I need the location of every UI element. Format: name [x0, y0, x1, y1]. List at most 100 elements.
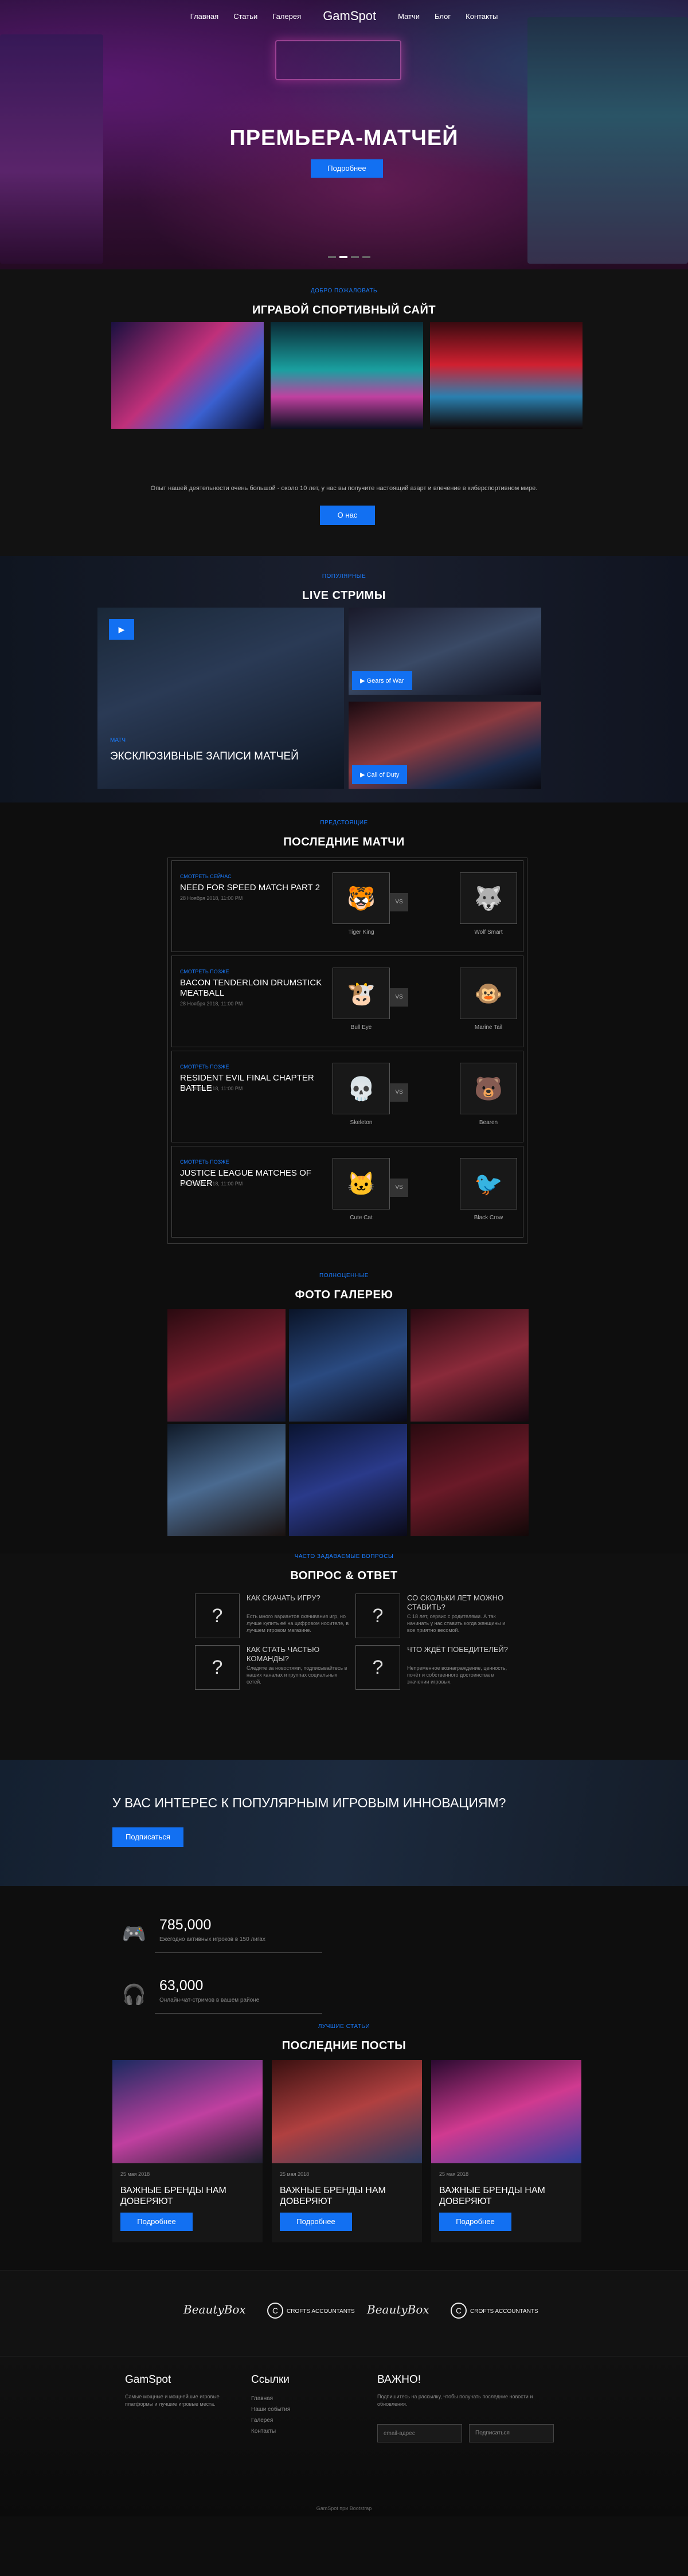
team-name: Marine Tail — [474, 1024, 503, 1031]
match-row[interactable]: СМОТРЕТЬ СЕЙЧАС NEED FOR SPEED MATCH PAR… — [171, 860, 523, 952]
team-name: Bull Eye — [350, 1024, 372, 1031]
site-logo[interactable]: GamSpot — [323, 9, 376, 24]
nav-gallery[interactable]: Галерея — [272, 12, 301, 21]
gallery-image-4[interactable] — [167, 1424, 286, 1536]
faq-item[interactable]: ? КАК СКАЧАТЬ ИГРУ? Есть много вариантов… — [195, 1594, 355, 1639]
partner-logo-crofts[interactable]: C CROFTS ACCOUNTANTS — [451, 2303, 538, 2319]
slider-dots — [328, 256, 370, 258]
post-date: 25 мая 2018 — [439, 2171, 469, 2177]
gallery-image-5[interactable] — [289, 1424, 407, 1536]
footer-subscribe-button[interactable]: Подписаться — [469, 2424, 554, 2442]
match-title: NEED FOR SPEED MATCH PART 2 — [180, 883, 320, 892]
post-image[interactable] — [431, 2060, 581, 2163]
live-video-1[interactable]: ▶ Gears of War — [349, 608, 541, 695]
footer-newsletter-title: ВАЖНО! — [377, 2374, 421, 2386]
match-row[interactable]: СМОТРЕТЬ ПОЗЖЕ BACON TENDERLOIN DRUMSTIC… — [171, 956, 523, 1047]
team-name: Tiger King — [348, 929, 374, 935]
team-cute-cat: 🐱 Cute Cat — [333, 1158, 390, 1221]
partner-logo-crofts[interactable]: C CROFTS ACCOUNTANTS — [267, 2303, 355, 2319]
nav-blog[interactable]: Блог — [435, 12, 451, 21]
match-status[interactable]: СМОТРЕТЬ ПОЗЖЕ — [180, 1064, 229, 1070]
question-icon: ? — [195, 1594, 240, 1638]
posts-title: ПОСЛЕДНИЕ ПОСТЫ — [282, 2039, 406, 2052]
team-name: Skeleton — [350, 1119, 373, 1126]
faq-question: КАК СКАЧАТЬ ИГРУ? — [247, 1594, 320, 1602]
matches-list: СМОТРЕТЬ СЕЙЧАС NEED FOR SPEED MATCH PAR… — [167, 858, 527, 1244]
match-date: 28 Ноября 2018, 11:00 PM — [180, 1086, 243, 1091]
gallery-image-1[interactable] — [167, 1309, 286, 1422]
partner-name: CROFTS ACCOUNTANTS — [287, 2308, 355, 2315]
slider-dot[interactable] — [328, 256, 336, 258]
gallery-title: ФОТО ГАЛЕРЕЮ — [295, 1289, 393, 1301]
faq-question: КАК СТАТЬ ЧАСТЬЮ КОМАНДЫ? — [247, 1645, 320, 1663]
footer-link[interactable]: Главная — [251, 2393, 290, 2404]
faq-title: ВОПРОС & ОТВЕТ — [290, 1569, 398, 1582]
match-date: 28 Ноября 2018, 11:00 PM — [180, 895, 243, 901]
team-skeleton: 💀 Skeleton — [333, 1063, 390, 1126]
tiger-icon: 🐯 — [347, 886, 376, 911]
faq-item[interactable]: ? КАК СТАТЬ ЧАСТЬЮ КОМАНДЫ? Следите за н… — [195, 1645, 355, 1691]
live-section: ПОПУЛЯРНЫЕ LIVE СТРИМЫ ▶ МАТЧ ЭКСКЛЮЗИВН… — [0, 556, 688, 802]
hero-more-button[interactable]: Подробнее — [311, 159, 383, 178]
vs-badge: VS — [390, 988, 408, 1007]
about-button[interactable]: О нас — [320, 506, 375, 525]
crow-icon: 🐦 — [474, 1171, 503, 1197]
post-more-button[interactable]: Подробнее — [120, 2213, 193, 2231]
question-icon: ? — [355, 1594, 400, 1638]
slider-dot-active[interactable] — [339, 256, 347, 258]
partner-logo-beautybox[interactable]: BeautyBox — [183, 2303, 246, 2316]
subscribe-banner: У ВАС ИНТЕРЕС К ПОПУЛЯРНЫМ ИГРОВЫМ ИННОВ… — [0, 1760, 688, 1886]
faq-item[interactable]: ? ЧТО ЖДЁТ ПОБЕДИТЕЛЕЙ? Непременное возн… — [355, 1645, 516, 1691]
footer-about-text: Самые мощные и мощнейшие игровые платфор… — [125, 2394, 220, 2407]
live-video-2[interactable]: ▶ Call of Duty — [349, 702, 541, 789]
post-image[interactable] — [272, 2060, 422, 2163]
match-status[interactable]: СМОТРЕТЬ ПОЗЖЕ — [180, 969, 229, 974]
match-status[interactable]: СМОТРЕТЬ ПОЗЖЕ — [180, 1159, 229, 1165]
gallery-image-2[interactable] — [289, 1309, 407, 1422]
gallery-image-6[interactable] — [411, 1424, 529, 1536]
faq-answer: Непременное вознаграждение, ценность, по… — [407, 1665, 507, 1685]
match-row[interactable]: СМОТРЕТЬ ПОЗЖЕ JUSTICE LEAGUE MATCHES OF… — [171, 1146, 523, 1238]
posts-subtitle: ЛУЧШИЕ СТАТЬИ — [318, 2023, 370, 2030]
nav-contacts[interactable]: Контакты — [466, 12, 498, 21]
slider-dot[interactable] — [362, 256, 370, 258]
subscribe-button[interactable]: Подписаться — [112, 1827, 183, 1847]
about-image-3 — [430, 322, 583, 429]
bull-icon: 🐮 — [347, 981, 376, 1007]
nav-matches[interactable]: Матчи — [398, 12, 420, 21]
main-nav: Главная Статьи Галерея GamSpot Матчи Бло… — [0, 0, 688, 32]
gears-of-war-button[interactable]: ▶ Gears of War — [352, 671, 412, 690]
crofts-icon: C — [451, 2303, 467, 2319]
post-title[interactable]: ВАЖНЫЕ БРЕНДЫ НАМ ДОВЕРЯЮТ — [280, 2185, 422, 2207]
stat-number: 785,000 — [159, 1917, 212, 1933]
email-input[interactable] — [377, 2424, 462, 2442]
post-title[interactable]: ВАЖНЫЕ БРЕНДЫ НАМ ДОВЕРЯЮТ — [120, 2185, 263, 2207]
footer-link[interactable]: Галерея — [251, 2415, 290, 2426]
gallery-image-3[interactable] — [411, 1309, 529, 1422]
team-name: Bearen — [479, 1119, 498, 1126]
stat-desc: Онлайн-чат-стримов в вашем районе — [159, 1997, 260, 2003]
nav-home[interactable]: Главная — [190, 12, 218, 21]
vs-badge: VS — [390, 1179, 408, 1197]
post-more-button[interactable]: Подробнее — [439, 2213, 511, 2231]
slider-dot[interactable] — [351, 256, 359, 258]
live-featured-video[interactable]: ▶ МАТЧ ЭКСКЛЮЗИВНЫЕ ЗАПИСИ МАТЧЕЙ — [97, 608, 344, 789]
team-bearen: 🐻 Bearen — [460, 1063, 517, 1126]
post-card: 25 мая 2018 ВАЖНЫЕ БРЕНДЫ НАМ ДОВЕРЯЮТ П… — [431, 2060, 581, 2242]
footer-link[interactable]: Контакты — [251, 2426, 290, 2437]
call-of-duty-button[interactable]: ▶ Call of Duty — [352, 765, 408, 784]
post-image[interactable] — [112, 2060, 263, 2163]
bear-icon: 🐻 — [474, 1076, 503, 1102]
match-row[interactable]: СМОТРЕТЬ ПОЗЖЕ RESIDENT EVIL FINAL CHAPT… — [171, 1051, 523, 1142]
faq-item[interactable]: ? СО СКОЛЬКИ ЛЕТ МОЖНО СТАВИТЬ? С 18 лет… — [355, 1594, 516, 1639]
match-status[interactable]: СМОТРЕТЬ СЕЙЧАС — [180, 874, 232, 879]
nav-articles[interactable]: Статьи — [233, 12, 257, 21]
faq-section: ЧАСТО ЗАДАВАЕМЫЕ ВОПРОСЫ ВОПРОС & ОТВЕТ … — [0, 1553, 688, 1760]
footer-link[interactable]: Наши события — [251, 2404, 290, 2415]
stats-section: 🎮 785,000 Ежегодно активных игроков в 15… — [0, 1886, 688, 2023]
post-more-button[interactable]: Подробнее — [280, 2213, 352, 2231]
play-icon[interactable]: ▶ — [109, 619, 134, 640]
live-title: LIVE СТРИМЫ — [302, 589, 386, 602]
partner-logo-beautybox[interactable]: BeautyBox — [367, 2303, 429, 2316]
post-title[interactable]: ВАЖНЫЕ БРЕНДЫ НАМ ДОВЕРЯЮТ — [439, 2185, 581, 2207]
